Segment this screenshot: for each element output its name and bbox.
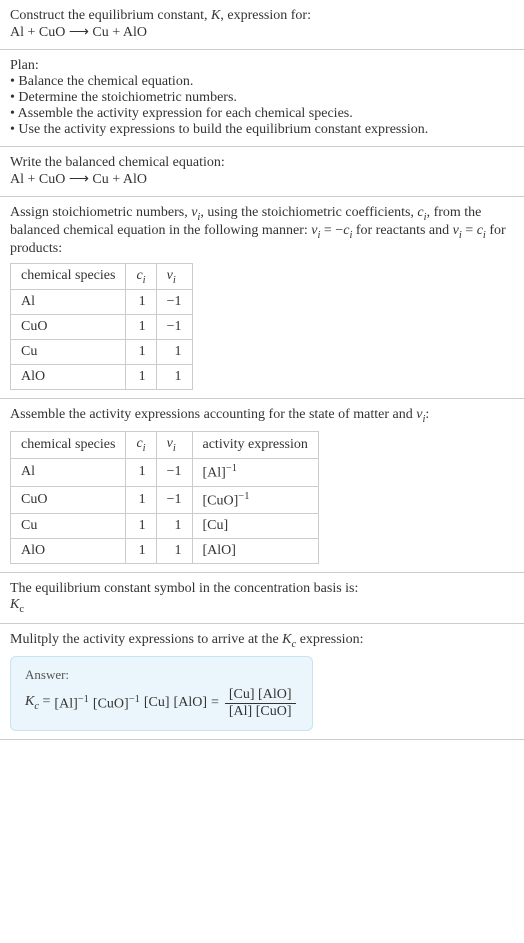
cell-ci: 1 <box>126 365 156 390</box>
fraction-numerator: [Cu] [AlO] <box>225 687 296 704</box>
cell-species: Al <box>11 458 126 486</box>
answer-fraction: [Cu] [AlO] [Al] [CuO] <box>225 687 296 720</box>
col-vi: νi <box>156 432 192 459</box>
stoich-table: chemical species ci νi Al 1 −1 CuO 1 −1 … <box>10 263 193 391</box>
equals: = <box>211 695 219 711</box>
activity-section: Assemble the activity expressions accoun… <box>0 399 524 573</box>
table-row: AlO 1 1 [AlO] <box>11 539 319 564</box>
table-header-row: chemical species ci νi activity expressi… <box>11 432 319 459</box>
stoich-section: Assign stoichiometric numbers, νi, using… <box>0 197 524 399</box>
table-row: CuO 1 −1 [CuO]−1 <box>11 486 319 514</box>
cell-species: Al <box>11 290 126 315</box>
basis-symbol: Kc <box>10 597 514 615</box>
activity-table: chemical species ci νi activity expressi… <box>10 431 319 564</box>
problem-prompt: Construct the equilibrium constant, K, e… <box>10 8 514 24</box>
answer-term: [CuO]−1 <box>93 694 140 713</box>
cell-vi: 1 <box>156 365 192 390</box>
table-row: Al 1 −1 <box>11 290 193 315</box>
plan-item-2: • Determine the stoichiometric numbers. <box>10 90 514 106</box>
col-vi: νi <box>156 263 192 290</box>
balanced-section: Write the balanced chemical equation: Al… <box>0 147 524 197</box>
plan-title: Plan: <box>10 58 514 74</box>
table-row: Al 1 −1 [Al]−1 <box>11 458 319 486</box>
cell-species: Cu <box>11 340 126 365</box>
table-row: Cu 1 1 [Cu] <box>11 514 319 539</box>
cell-expr: [AlO] <box>192 539 318 564</box>
problem-equation: Al + CuO ⟶ Cu + AlO <box>10 24 514 41</box>
col-species: chemical species <box>11 432 126 459</box>
col-ci: ci <box>126 263 156 290</box>
cell-vi: −1 <box>156 315 192 340</box>
table-header-row: chemical species ci νi <box>11 263 193 290</box>
plan-item-1: • Balance the chemical equation. <box>10 74 514 90</box>
table-row: CuO 1 −1 <box>11 315 193 340</box>
basis-section: The equilibrium constant symbol in the c… <box>0 573 524 624</box>
answer-expression: Kc = [Al]−1 [CuO]−1 [Cu] [AlO] = [Cu] [A… <box>25 687 298 720</box>
col-ci: ci <box>126 432 156 459</box>
basis-line: The equilibrium constant symbol in the c… <box>10 581 514 597</box>
plan-item-3: • Assemble the activity expression for e… <box>10 106 514 122</box>
activity-intro: Assemble the activity expressions accoun… <box>10 407 514 425</box>
cell-vi: 1 <box>156 539 192 564</box>
cell-vi: −1 <box>156 458 192 486</box>
answer-label: Answer: <box>25 667 298 683</box>
table-row: AlO 1 1 <box>11 365 193 390</box>
cell-species: AlO <box>11 365 126 390</box>
cell-expr: [Cu] <box>192 514 318 539</box>
cell-ci: 1 <box>126 315 156 340</box>
balanced-equation: Al + CuO ⟶ Cu + AlO <box>10 171 514 188</box>
col-species: chemical species <box>11 263 126 290</box>
cell-species: CuO <box>11 315 126 340</box>
cell-ci: 1 <box>126 514 156 539</box>
cell-expr: [Al]−1 <box>192 458 318 486</box>
plan-section: Plan: • Balance the chemical equation. •… <box>0 50 524 147</box>
cell-species: AlO <box>11 539 126 564</box>
cell-species: Cu <box>11 514 126 539</box>
cell-vi: −1 <box>156 290 192 315</box>
answer-term: [AlO] <box>174 695 207 711</box>
balanced-title: Write the balanced chemical equation: <box>10 155 514 171</box>
multiply-line: Mulitply the activity expressions to arr… <box>10 632 514 650</box>
cell-vi: 1 <box>156 514 192 539</box>
stoich-intro: Assign stoichiometric numbers, νi, using… <box>10 205 514 257</box>
cell-vi: 1 <box>156 340 192 365</box>
multiply-section: Mulitply the activity expressions to arr… <box>0 624 524 740</box>
cell-expr: [CuO]−1 <box>192 486 318 514</box>
answer-lhs: Kc = <box>25 694 50 712</box>
cell-ci: 1 <box>126 290 156 315</box>
cell-species: CuO <box>11 486 126 514</box>
plan-item-4: • Use the activity expressions to build … <box>10 122 514 138</box>
cell-ci: 1 <box>126 486 156 514</box>
answer-term: [Cu] <box>144 695 170 711</box>
table-row: Cu 1 1 <box>11 340 193 365</box>
fraction-denominator: [Al] [CuO] <box>225 704 296 720</box>
col-expr: activity expression <box>192 432 318 459</box>
cell-ci: 1 <box>126 458 156 486</box>
cell-ci: 1 <box>126 340 156 365</box>
cell-vi: −1 <box>156 486 192 514</box>
cell-ci: 1 <box>126 539 156 564</box>
answer-box: Answer: Kc = [Al]−1 [CuO]−1 [Cu] [AlO] =… <box>10 656 313 731</box>
problem-statement: Construct the equilibrium constant, K, e… <box>0 0 524 50</box>
answer-term: [Al]−1 <box>54 694 89 713</box>
